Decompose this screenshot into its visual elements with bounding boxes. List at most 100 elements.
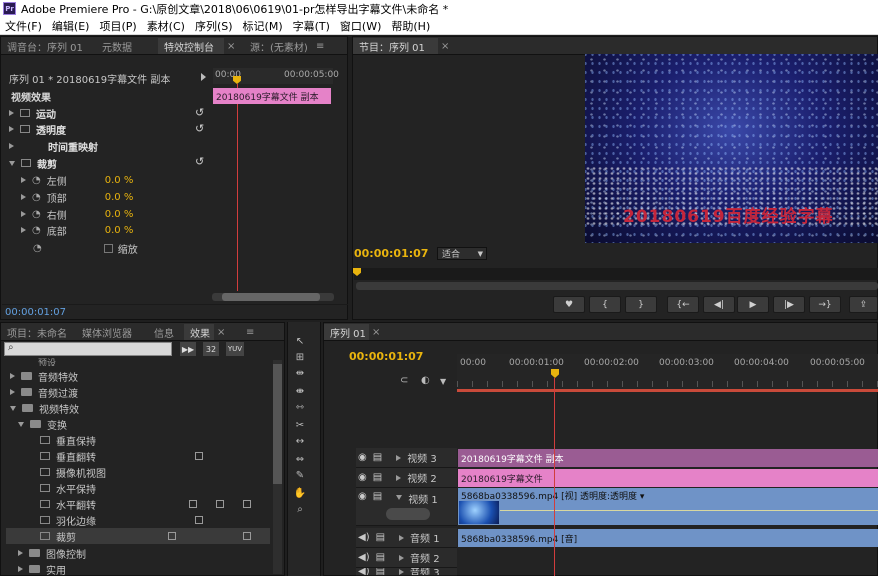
menu-file[interactable]: 文件(F) [5, 18, 42, 34]
tab-project[interactable]: 项目：未命名 [1, 324, 76, 340]
rolling-edit-tool-icon[interactable]: ⇼ [293, 384, 307, 398]
tab-info[interactable]: 信息 [148, 324, 184, 340]
ec-effect-time-remap[interactable]: 时间重映射 [9, 138, 209, 154]
effects-item-vertical-hold[interactable]: 垂直保持 [40, 432, 270, 448]
reset-icon[interactable]: ↺ [195, 122, 204, 135]
ripple-edit-tool-icon[interactable]: ⇹ [293, 366, 307, 380]
go-to-in-button[interactable]: {← [667, 296, 699, 313]
reset-icon[interactable]: ↺ [195, 155, 204, 168]
tab-media-browser[interactable]: 媒体浏览器 [76, 324, 148, 340]
program-preview[interactable]: 20180619百度经验字幕 [585, 54, 878, 243]
clip-v3-title-copy[interactable]: 20180619字幕文件 副本 [458, 449, 878, 467]
32bit-effects-icon[interactable]: 32 [203, 342, 219, 356]
clip-a1-audio[interactable]: 5868ba0338596.mp4 [音] [458, 529, 878, 547]
menu-sequence[interactable]: 序列(S) [195, 18, 233, 34]
track-header-v2[interactable]: ◉ ▤ 视频 2 [356, 468, 457, 488]
param-value[interactable]: 0.0 % [105, 175, 134, 186]
menu-project[interactable]: 项目(P) [99, 18, 136, 34]
effects-item-utility[interactable]: 实用 [18, 561, 270, 576]
track-header-v3[interactable]: ◉ ▤ 视频 3 [356, 448, 457, 468]
marker-icon[interactable]: ▼ [440, 377, 446, 386]
clip-v2-title[interactable]: 20180619字幕文件 [458, 469, 878, 487]
close-icon[interactable]: × [224, 38, 244, 54]
track-header-a3[interactable]: ◀) ▤ 音频 3 [356, 568, 457, 576]
selection-tool-icon[interactable]: ↖ [293, 334, 307, 348]
accelerated-effects-icon[interactable]: ▶▶ [180, 342, 196, 356]
menu-marker[interactable]: 标记(M) [243, 18, 283, 34]
ec-timecode[interactable]: 00:00:01:07 [5, 304, 85, 320]
effects-item-crop-selected[interactable]: 裁剪 [6, 528, 270, 544]
effects-item-feather-edges[interactable]: 羽化边缘 [40, 512, 270, 528]
menu-clip[interactable]: 素材(C) [147, 18, 185, 34]
ec-effect-motion[interactable]: 运动 [9, 105, 209, 121]
effects-item-camera-view[interactable]: 摄像机视图 [40, 464, 270, 480]
tab-program[interactable]: 节目：序列 01 [353, 38, 438, 54]
menu-window[interactable]: 窗口(W) [340, 18, 381, 34]
keyframe-nav-control[interactable] [386, 508, 430, 520]
tab-audio-mixer[interactable]: 调音台：序列 01 [1, 38, 96, 54]
lift-button[interactable]: ⇪ [849, 296, 878, 313]
param-value[interactable]: 0.0 % [105, 225, 134, 236]
rate-stretch-tool-icon[interactable]: ⇿ [293, 400, 307, 414]
ec-effect-crop[interactable]: 裁剪 [9, 155, 209, 171]
step-back-button[interactable]: ◀| [703, 296, 735, 313]
param-value[interactable]: 0.0 % [105, 192, 134, 203]
effects-item-image-control[interactable]: 图像控制 [18, 545, 270, 561]
ec-clip-bar[interactable]: 20180619字幕文件 副本 [213, 88, 331, 104]
play-button[interactable]: ▶ [737, 296, 769, 313]
marker-button[interactable]: ♥ [553, 296, 585, 313]
effects-search-input[interactable]: ⌕ [4, 342, 172, 356]
mark-out-button[interactable]: } [625, 296, 657, 313]
step-forward-button[interactable]: |▶ [773, 296, 805, 313]
add-marker-icon[interactable]: ◐ [421, 375, 430, 386]
close-icon[interactable]: × [214, 324, 234, 340]
tab-metadata[interactable]: 元数据 [96, 38, 158, 54]
program-scrubber[interactable] [354, 268, 878, 280]
razor-tool-icon[interactable]: ✂ [293, 418, 307, 432]
hand-tool-icon[interactable]: ✋ [293, 486, 307, 500]
tab-source[interactable]: 源：(无素材) [244, 38, 314, 54]
close-icon[interactable]: × [369, 324, 389, 340]
panel-menu-icon[interactable]: ≡ [314, 38, 330, 54]
track-select-tool-icon[interactable]: ⊞ [293, 350, 307, 364]
pen-tool-icon[interactable]: ✎ [293, 468, 307, 482]
effects-item-transform[interactable]: 变换 [18, 416, 270, 432]
effects-scrollbar[interactable] [273, 360, 282, 574]
go-to-out-button[interactable]: →} [809, 296, 841, 313]
effects-item-audio-transitions[interactable]: 音频过渡 [10, 384, 270, 400]
zoom-tool-icon[interactable]: ⌕ [293, 502, 307, 516]
tab-effect-controls[interactable]: 特效控制台 [158, 38, 224, 54]
track-header-v1[interactable]: ◉ ▤ 视频 1 [356, 488, 457, 526]
mark-in-button[interactable]: { [589, 296, 621, 313]
tab-sequence[interactable]: 序列 01 [324, 324, 369, 340]
track-header-a2[interactable]: ◀) ▤ 音频 2 [356, 548, 457, 568]
menu-title[interactable]: 字幕(T) [293, 18, 330, 34]
menu-help[interactable]: 帮助(H) [391, 18, 430, 34]
effects-item-video-effects[interactable]: 视频特效 [10, 400, 270, 416]
fit-dropdown[interactable]: 适合 ▼ [437, 247, 487, 260]
sequence-timecode[interactable]: 00:00:01:07 [349, 348, 429, 364]
effects-item-audio-effects[interactable]: 音频特效 [10, 368, 270, 384]
effects-item-horizontal-flip[interactable]: 水平翻转 [40, 496, 270, 512]
slip-tool-icon[interactable]: ↔ [293, 434, 307, 448]
track-header-a1[interactable]: ◀) ▤ 音频 1 [356, 528, 457, 548]
effects-item-horizontal-hold[interactable]: 水平保持 [40, 480, 270, 496]
program-timecode[interactable]: 00:00:01:07 [354, 245, 434, 261]
clip-v1-video[interactable]: 5868ba0338596.mp4 [视] 透明度:透明度 ▾ [458, 488, 878, 525]
ec-zoom-scrollbar[interactable] [212, 293, 334, 301]
tab-effects[interactable]: 效果 [184, 324, 214, 340]
menu-edit[interactable]: 编辑(E) [52, 18, 90, 34]
effects-item-vertical-flip[interactable]: 垂直翻转 [40, 448, 270, 464]
ec-effect-opacity[interactable]: 透明度 [9, 121, 209, 137]
opacity-keyframe-line[interactable] [500, 510, 878, 511]
zoom-checkbox[interactable] [103, 243, 113, 253]
slide-tool-icon[interactable]: ⇔ [293, 452, 307, 466]
program-zoom-bar[interactable] [356, 282, 878, 290]
panel-menu-icon[interactable]: ≡ [244, 324, 260, 340]
yuv-effects-icon[interactable]: YUV [226, 342, 244, 356]
param-value[interactable]: 0.0 % [105, 209, 134, 220]
expand-arrow-icon[interactable] [201, 73, 206, 81]
work-area-bar[interactable] [457, 389, 878, 392]
close-icon[interactable]: × [438, 38, 458, 54]
snap-icon[interactable]: ⊂ [400, 375, 408, 386]
